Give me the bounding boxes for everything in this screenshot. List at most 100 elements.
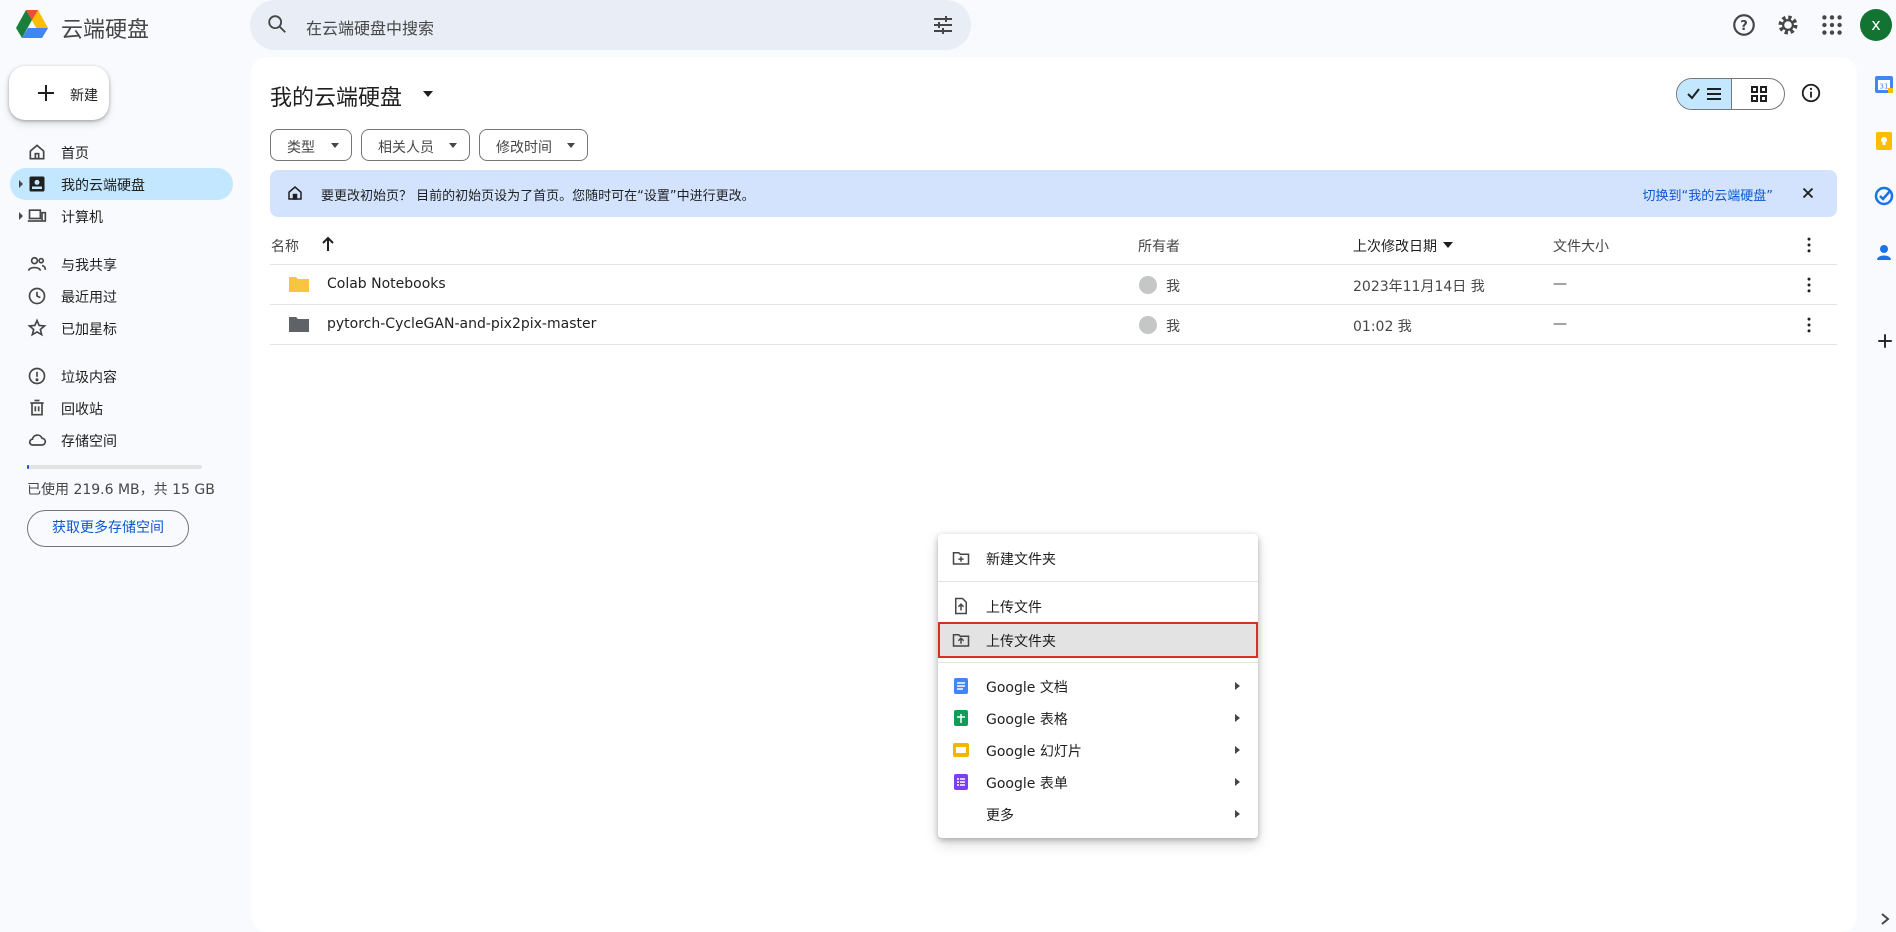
submenu-arrow-icon	[1235, 778, 1240, 786]
menu-item-label: 更多	[986, 808, 1014, 824]
help-icon[interactable]: ?	[1731, 12, 1757, 38]
page-title[interactable]: 我的云端硬盘	[270, 80, 402, 112]
sidebar-item-shared[interactable]: 与我共享	[10, 248, 233, 280]
shared-icon	[27, 254, 47, 274]
owner-avatar	[1139, 316, 1157, 334]
title-dropdown-icon[interactable]	[423, 91, 433, 97]
google-sheets-icon	[952, 709, 970, 727]
calendar-icon[interactable]: 31	[1874, 74, 1894, 94]
menu-divider	[938, 662, 1258, 663]
modified-cell: 2023年11月14日 我	[1353, 279, 1485, 295]
context-menu: 新建文件夹 上传文件 上传文件夹 Google 文档 Google 表格 Goo…	[938, 534, 1258, 838]
sidebar-item-label: 最近用过	[61, 290, 117, 306]
grid-view-button[interactable]	[1732, 79, 1784, 109]
switch-to-my-drive-link[interactable]: 切换到“我的云端硬盘”	[1643, 185, 1773, 204]
computer-icon	[27, 206, 47, 226]
google-docs-icon	[952, 677, 970, 695]
home-icon	[286, 184, 304, 202]
plus-icon	[34, 81, 58, 105]
modified-cell: 01:02 我	[1353, 319, 1412, 335]
my-drive-icon	[27, 174, 47, 194]
tasks-icon[interactable]	[1874, 186, 1894, 206]
close-icon[interactable]	[1799, 184, 1817, 202]
add-addon-icon[interactable]	[1876, 332, 1894, 350]
cloud-icon	[27, 430, 47, 450]
menu-item-upload-folder[interactable]: 上传文件夹	[938, 622, 1258, 658]
star-icon	[27, 318, 47, 338]
menu-item-label: 上传文件夹	[986, 634, 1056, 650]
more-vert-icon[interactable]	[1799, 315, 1819, 335]
view-toggle[interactable]	[1676, 78, 1785, 110]
contacts-icon[interactable]	[1874, 242, 1894, 262]
sidebar-item-computers[interactable]: 计算机	[10, 200, 233, 232]
table-row[interactable]	[270, 265, 1837, 304]
column-header-name[interactable]: 名称	[271, 236, 299, 256]
dropdown-arrow-icon	[449, 143, 457, 148]
sidebar-item-home[interactable]: 首页	[10, 136, 233, 168]
storage-usage-text: 已使用 219.6 MB，共 15 GB	[27, 482, 215, 498]
sidebar-item-trash[interactable]: 回收站	[10, 392, 233, 424]
keep-icon[interactable]	[1874, 131, 1894, 151]
column-header-modified[interactable]: 上次修改日期	[1353, 236, 1437, 256]
size-cell: —	[1553, 316, 1567, 332]
folder-icon	[288, 315, 310, 333]
search-bar[interactable]: 在云端硬盘中搜索	[250, 0, 971, 50]
app-title[interactable]: 云端硬盘	[61, 12, 149, 44]
submenu-arrow-icon	[1235, 714, 1240, 722]
google-slides-icon	[952, 741, 970, 759]
menu-item-new-folder[interactable]: 新建文件夹	[938, 542, 1258, 574]
menu-item-google-forms[interactable]: Google 表单	[938, 766, 1258, 798]
trash-icon	[27, 398, 47, 418]
menu-item-google-slides[interactable]: Google 幻灯片	[938, 734, 1258, 766]
filter-people-chip[interactable]: 相关人员	[361, 129, 470, 161]
clock-icon	[27, 286, 47, 306]
menu-item-label: 新建文件夹	[986, 552, 1056, 568]
account-avatar[interactable]: x	[1860, 9, 1892, 41]
sidebar-item-spam[interactable]: 垃圾内容	[10, 360, 233, 392]
search-input[interactable]: 在云端硬盘中搜索	[306, 15, 434, 39]
sort-ascending-icon[interactable]	[321, 236, 335, 252]
expand-caret-icon[interactable]	[19, 180, 23, 188]
new-button[interactable]: 新建	[9, 66, 109, 120]
menu-item-google-docs[interactable]: Google 文档	[938, 670, 1258, 702]
info-icon[interactable]	[1800, 82, 1822, 104]
upload-file-icon	[952, 597, 970, 615]
menu-item-label: Google 文档	[986, 680, 1068, 696]
expand-caret-icon[interactable]	[19, 212, 23, 220]
submenu-arrow-icon	[1235, 810, 1240, 818]
settings-gear-icon[interactable]	[1775, 12, 1801, 38]
sidebar-item-label: 首页	[61, 146, 89, 162]
menu-item-more[interactable]: 更多	[938, 798, 1258, 830]
search-options-icon[interactable]	[931, 13, 955, 37]
sidebar-item-starred[interactable]: 已加星标	[10, 312, 233, 344]
menu-item-google-sheets[interactable]: Google 表格	[938, 702, 1258, 734]
filter-modified-chip[interactable]: 修改时间	[479, 129, 588, 161]
file-name[interactable]: Colab Notebooks	[327, 276, 446, 292]
list-view-button[interactable]	[1677, 79, 1732, 109]
dropdown-arrow-icon	[567, 143, 575, 148]
sidebar-item-storage[interactable]: 存储空间	[10, 424, 233, 456]
search-icon[interactable]	[266, 13, 288, 35]
new-button-label: 新建	[70, 88, 98, 104]
new-folder-icon	[952, 549, 970, 567]
sort-dropdown-icon[interactable]	[1443, 242, 1453, 248]
sidebar-item-my-drive[interactable]: 我的云端硬盘	[10, 168, 233, 200]
more-vert-icon[interactable]	[1799, 235, 1819, 255]
more-vert-icon[interactable]	[1799, 275, 1819, 295]
column-header-owner[interactable]: 所有者	[1138, 236, 1180, 256]
menu-item-upload-file[interactable]: 上传文件	[938, 590, 1258, 622]
menu-divider	[938, 581, 1258, 582]
sidebar-item-recent[interactable]: 最近用过	[10, 280, 233, 312]
filter-type-chip[interactable]: 类型	[270, 129, 352, 161]
apps-grid-icon[interactable]	[1819, 12, 1845, 38]
drive-logo-icon[interactable]	[14, 7, 50, 43]
chevron-right-icon[interactable]	[1880, 912, 1890, 926]
sidebar-item-label: 存储空间	[61, 434, 117, 450]
sidebar-item-label: 回收站	[61, 402, 103, 418]
get-more-storage-button[interactable]: 获取更多存储空间	[27, 510, 189, 547]
column-header-size[interactable]: 文件大小	[1553, 236, 1609, 256]
menu-item-label: Google 表格	[986, 712, 1068, 728]
file-name[interactable]: pytorch-CycleGAN-and-pix2pix-master	[327, 316, 596, 332]
upload-folder-icon	[952, 631, 970, 649]
storage-usage-fill	[27, 465, 29, 469]
